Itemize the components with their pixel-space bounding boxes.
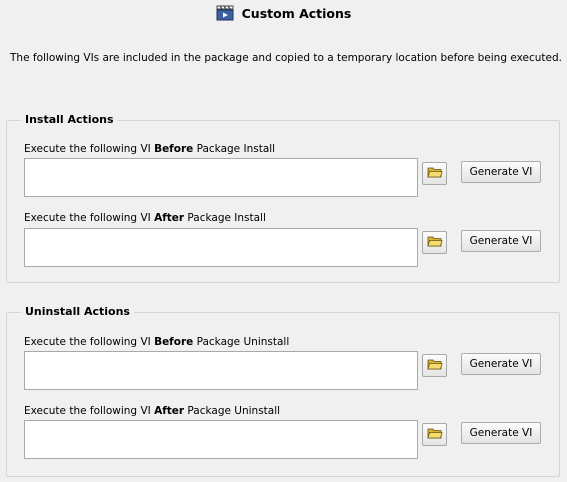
uninstall-before-label: Execute the following VI Before Package …: [24, 336, 290, 348]
folder-icon: [426, 358, 443, 373]
install-after-browse-button[interactable]: [422, 231, 447, 254]
folder-icon: [426, 166, 443, 181]
page-header: Custom Actions: [0, 3, 567, 23]
install-after-label: Execute the following VI After Package I…: [24, 212, 266, 224]
uninstall-before-generate-vi-button[interactable]: Generate VI: [461, 353, 541, 375]
install-before-label: Execute the following VI Before Package …: [24, 143, 276, 155]
uninstall-after-path-field[interactable]: [24, 420, 418, 459]
description-text: The following VIs are included in the pa…: [10, 52, 562, 64]
uninstall-before-path-field[interactable]: [24, 351, 418, 390]
install-before-generate-vi-button[interactable]: Generate VI: [461, 161, 541, 183]
uninstall-actions-group: Uninstall Actions Execute the following …: [6, 305, 560, 477]
uninstall-after-generate-vi-button[interactable]: Generate VI: [461, 422, 541, 444]
uninstall-actions-title: Uninstall Actions: [21, 305, 134, 318]
install-after-path-field[interactable]: [24, 228, 418, 267]
folder-icon: [426, 235, 443, 250]
install-actions-group: Install Actions Execute the following VI…: [6, 113, 560, 283]
install-actions-title: Install Actions: [21, 113, 118, 126]
uninstall-after-label: Execute the following VI After Package U…: [24, 405, 281, 417]
folder-icon: [426, 427, 443, 442]
install-before-browse-button[interactable]: [422, 162, 447, 185]
page-title: Custom Actions: [241, 5, 352, 21]
clapperboard-icon: [216, 5, 234, 21]
uninstall-before-browse-button[interactable]: [422, 354, 447, 377]
uninstall-after-browse-button[interactable]: [422, 423, 447, 446]
install-after-generate-vi-button[interactable]: Generate VI: [461, 230, 541, 252]
custom-actions-page: Custom Actions The following VIs are inc…: [0, 0, 567, 482]
install-before-path-field[interactable]: [24, 158, 418, 197]
